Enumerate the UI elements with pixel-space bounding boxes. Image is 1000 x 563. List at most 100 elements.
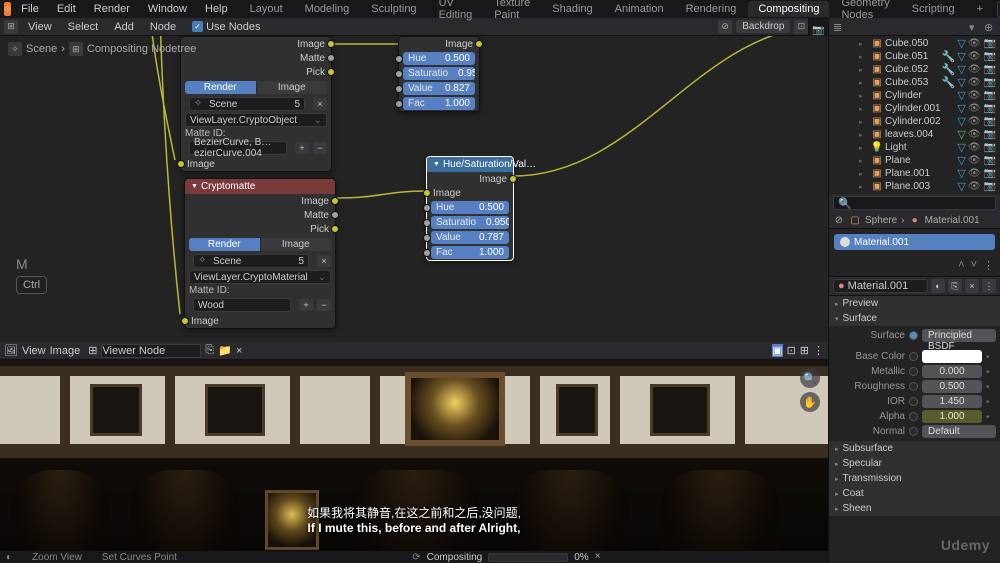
img-overlay-icon[interactable]: ⋮ <box>813 344 824 357</box>
outliner-item[interactable]: ▸▣Cube.050▽👁📷 <box>829 37 1000 50</box>
ws-shading[interactable]: Shading <box>542 1 602 17</box>
ws-add[interactable]: + <box>967 1 993 17</box>
img-view[interactable]: View <box>22 345 46 357</box>
ws-scripting[interactable]: Scripting <box>902 1 965 17</box>
crypto1-matte[interactable]: BezierCurve, B…ezierCurve.004 <box>194 137 282 159</box>
outliner-tree[interactable]: ▸▣Cube.050▽👁📷▸▣Cube.051🔧▽👁📷▸▣Cube.052🔧▽👁… <box>829 36 1000 194</box>
outliner-type-icon[interactable]: ≣ <box>833 21 845 33</box>
crypto1-tab-image[interactable]: Image <box>257 81 328 94</box>
outliner-item[interactable]: ▸▣Cylinder.001▽👁📷 <box>829 102 1000 115</box>
outliner-item[interactable]: ▸▣Cube.051🔧▽👁📷 <box>829 50 1000 63</box>
img-gizmo-icon[interactable]: ⊞ <box>800 344 809 357</box>
bd-icon1[interactable]: ⊡ <box>794 20 808 34</box>
crypto1-layer[interactable]: ViewLayer.CryptoObject⌄ <box>185 113 327 127</box>
hue-sat-node-1[interactable]: Image Hue0.500 Saturatio0.950 Value0.827… <box>398 36 480 112</box>
menu-file[interactable]: File <box>13 1 47 17</box>
img-mode-icon[interactable]: ▣ <box>772 344 782 357</box>
material-slot[interactable]: Material.001 <box>834 234 995 250</box>
crypto2-source-tabs[interactable]: Render Image <box>189 238 331 251</box>
node-view[interactable]: View <box>22 20 58 34</box>
ws-modeling[interactable]: Modeling <box>295 1 360 17</box>
img-x-icon[interactable]: × <box>236 345 242 357</box>
metallic-field[interactable]: 0.000 <box>922 365 982 378</box>
ws-layout[interactable]: Layout <box>240 1 293 17</box>
outliner-item[interactable]: ▸▣leaves.004▽👁📷 <box>829 128 1000 141</box>
node-add[interactable]: Add <box>108 20 140 34</box>
ws-compositing[interactable]: Compositing <box>748 1 829 17</box>
ior-field[interactable]: 1.450 <box>922 395 982 408</box>
crypto1-source-tabs[interactable]: Render Image <box>185 81 327 94</box>
node-editor[interactable]: Image Matte Pick Render Image ✧Scene5 × … <box>0 36 828 342</box>
outliner-item[interactable]: ▸▣Cube.053🔧▽👁📷 <box>829 76 1000 89</box>
img-editor-type-icon[interactable]: 🖼 <box>4 344 18 357</box>
mat-new[interactable]: ⋮ <box>982 279 996 293</box>
crypto2-unlink[interactable]: × <box>317 255 331 267</box>
use-nodes-checkbox[interactable]: ✓Use Nodes <box>186 20 266 34</box>
outliner-item[interactable]: ▸▣Cylinder▽👁📷 <box>829 89 1000 102</box>
render-viewport[interactable]: 🔍 ✋ 如果我将其静音,在这之前和之后,没问题, If I mute this,… <box>0 360 828 551</box>
ws-uvediting[interactable]: UV Editing <box>429 0 483 23</box>
slot-up-icon[interactable]: ˄ <box>958 259 964 272</box>
backdrop-button[interactable]: Backdrop <box>736 20 790 33</box>
base-color-field[interactable] <box>922 350 982 363</box>
img-pin-icon[interactable]: ⊞ <box>88 344 97 357</box>
panel-preview[interactable]: ▸Preview <box>829 296 1000 311</box>
nav-pan-icon[interactable]: ✋ <box>800 392 820 412</box>
outliner-item[interactable]: ▸▣Plane.001▽👁📷 <box>829 167 1000 180</box>
panel-surface[interactable]: ▾Surface <box>829 311 1000 326</box>
material-name-input[interactable]: ●Material.001 <box>833 279 928 293</box>
nav-zoom-icon[interactable]: 🔍 <box>800 368 820 388</box>
roughness-field[interactable]: 0.500 <box>922 380 982 393</box>
panel-sheen[interactable]: ▸Sheen <box>829 501 1000 516</box>
cancel-job-icon[interactable]: × <box>595 551 607 563</box>
hue-sat-node-2[interactable]: ▼Hue/Saturation/Val… Image Image Hue0.50… <box>426 156 514 261</box>
hue2-header[interactable]: ▼Hue/Saturation/Val… <box>427 157 513 172</box>
outliner-item[interactable]: ▸▣Plane▽👁📷 <box>829 154 1000 167</box>
crypto1-unlink[interactable]: × <box>313 98 327 110</box>
outliner-filter-icon[interactable]: ▾ <box>969 21 981 33</box>
surface-shader[interactable]: Principled BSDF <box>922 329 996 342</box>
crypto1-remove[interactable]: − <box>313 142 327 154</box>
outliner-item[interactable]: ▸💡Light▽👁📷 <box>829 141 1000 154</box>
menu-help[interactable]: Help <box>197 1 236 17</box>
crypto1-scene[interactable]: Scene <box>209 99 294 110</box>
panel-subsurface[interactable]: ▸Subsurface <box>829 441 1000 456</box>
menu-window[interactable]: Window <box>140 1 195 17</box>
mat-unlink[interactable]: × <box>965 279 979 293</box>
slot-down-icon[interactable]: ˅ <box>971 259 977 272</box>
editor-type-icon[interactable]: ⊞ <box>4 20 18 34</box>
normal-field[interactable]: Default <box>922 425 996 438</box>
outliner-item[interactable]: ▸▣Plane.003▽👁📷 <box>829 180 1000 193</box>
breadcrumb-scene[interactable]: Scene <box>26 43 57 55</box>
cryptomatte-node-2[interactable]: ▼Cryptomatte Image Matte Pick Render Ima… <box>184 178 336 329</box>
image-selector[interactable]: Viewer Node <box>101 344 201 358</box>
ws-sculpting[interactable]: Sculpting <box>361 1 426 17</box>
slot-menu-icon[interactable]: ⋮ <box>983 259 994 272</box>
mat-copy[interactable]: ⎘ <box>948 279 962 293</box>
crypto2-add[interactable]: + <box>299 299 313 311</box>
outliner-item[interactable]: ▸▣Cube.052🔧▽👁📷 <box>829 63 1000 76</box>
crypto2-layer[interactable]: ViewLayer.CryptoMaterial⌄ <box>189 270 331 284</box>
alpha-field[interactable]: 1.000 <box>922 410 982 423</box>
crypto1-add[interactable]: + <box>295 142 309 154</box>
crypto1-tab-render[interactable]: Render <box>185 81 257 94</box>
img-open-icon[interactable]: 📁 <box>218 344 232 357</box>
menu-edit[interactable]: Edit <box>49 1 84 17</box>
mat-browse[interactable]: ◐ <box>931 279 945 293</box>
ws-rendering[interactable]: Rendering <box>676 1 747 17</box>
outliner-search-input[interactable]: 🔍 <box>833 196 996 210</box>
img-image[interactable]: Image <box>50 345 81 357</box>
breadcrumb-tree[interactable]: Compositing Nodetree <box>87 43 196 55</box>
menu-render[interactable]: Render <box>86 1 138 17</box>
outliner-new-icon[interactable]: ⊕ <box>984 21 996 33</box>
img-channels-icon[interactable]: ⊡ <box>787 344 796 357</box>
node-select[interactable]: Select <box>62 20 105 34</box>
outliner-item[interactable]: ▸▣Cylinder.002▽👁📷 <box>829 115 1000 128</box>
crypto2-remove[interactable]: − <box>317 299 331 311</box>
hier-pin-icon[interactable]: ⊘ <box>833 214 845 226</box>
panel-transmission[interactable]: ▸Transmission <box>829 471 1000 486</box>
img-new-icon[interactable]: ⎘ <box>205 344 214 357</box>
node-node[interactable]: Node <box>144 20 182 34</box>
crypto2-header[interactable]: ▼Cryptomatte <box>185 179 335 194</box>
ws-animation[interactable]: Animation <box>605 1 674 17</box>
